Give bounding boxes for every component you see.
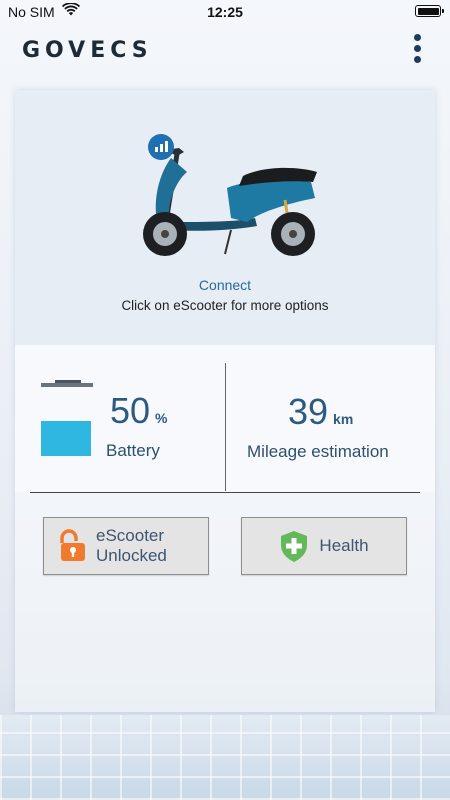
mileage-label: Mileage estimation [247, 442, 389, 461]
connect-label[interactable]: Connect [15, 277, 435, 293]
signal-bars-icon[interactable] [148, 134, 174, 160]
shield-plus-icon [281, 531, 308, 562]
background-floor [0, 715, 450, 800]
battery-status-icon [415, 5, 444, 17]
status-bar: No SIM 12:25 [0, 0, 450, 24]
divider-bottom [30, 492, 420, 493]
clock: 12:25 [207, 4, 243, 20]
mileage-value: 39 km [288, 391, 354, 432]
battery-level-icon [41, 380, 93, 460]
lock-status-line1: eScooter [96, 526, 165, 545]
battery-value: 50% [110, 390, 168, 431]
battery-label: Battery [106, 441, 160, 460]
stats-panel: 50% Battery 39 km Mileage estimation [15, 346, 435, 492]
dashboard-card: Connect Click on eScooter for more optio… [15, 90, 435, 712]
lock-toggle-button[interactable]: eScooter Unlocked [43, 517, 209, 575]
more-vertical-icon[interactable] [410, 34, 424, 66]
svg-text:GOVECS: GOVECS [22, 38, 153, 60]
app-header: GOVECS [0, 24, 450, 76]
lock-status-line2: Unlocked [96, 546, 167, 565]
options-hint: Click on eScooter for more options [121, 298, 329, 313]
health-button[interactable]: Health [241, 517, 407, 575]
padlock-open-icon [60, 529, 85, 561]
health-label: Health [319, 536, 369, 555]
scooter-panel[interactable]: Connect Click on eScooter for more optio… [15, 90, 435, 345]
stats-divider [225, 363, 226, 491]
brand-logo: GOVECS [22, 38, 153, 60]
